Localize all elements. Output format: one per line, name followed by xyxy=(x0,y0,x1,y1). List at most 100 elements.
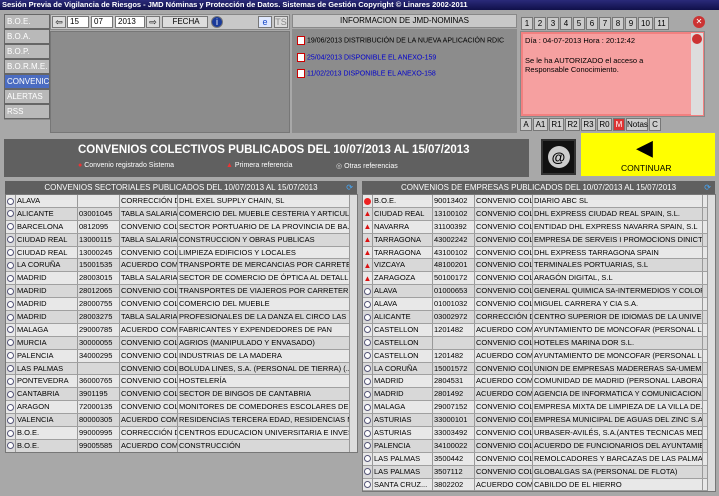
tab-m[interactable]: M xyxy=(613,118,625,131)
tab-10[interactable]: 10 xyxy=(638,17,653,30)
tab-4[interactable]: 4 xyxy=(560,17,572,30)
tab-c[interactable]: C xyxy=(649,118,661,131)
close-icon[interactable]: ✕ xyxy=(693,16,705,28)
next-date-icon[interactable]: ⇨ xyxy=(146,16,160,28)
table-row[interactable]: MURCIA30000055CONVENIO COLE...AGRIOS (MA… xyxy=(6,336,357,350)
table-row[interactable]: ▲CIUDAD REAL13100102CONVENIO COLE...DHL … xyxy=(363,207,715,221)
table-row[interactable]: MALAGA29007152CONVENIO COLE...EMPRESA MI… xyxy=(363,401,715,415)
tab-3[interactable]: 3 xyxy=(547,17,559,30)
refresh-icon[interactable]: ⟳ xyxy=(346,181,353,194)
table-row[interactable]: CASTELLON1201482ACUERDO COMIS...AYUNTAMI… xyxy=(363,323,715,337)
ring-icon xyxy=(363,401,373,414)
table-row[interactable]: LAS PALMAS3500442CONVENIO COLE...REMOLCA… xyxy=(363,452,715,466)
table-row[interactable]: B.O.E.99000995CORRECCIÓN DE ...CENTROS E… xyxy=(6,427,357,440)
table-row[interactable]: CASTELLON1201482ACUERDO COMIS...AYUNTAMI… xyxy=(363,349,715,363)
table-row[interactable]: VALENCIA80000305ACUERDO COMIS...RESIDENC… xyxy=(6,414,357,428)
tab-8[interactable]: 8 xyxy=(612,17,624,30)
table-row[interactable]: ALICANTE03002972CORRECCIÓN DE ...CENTRO … xyxy=(363,311,715,324)
nav-boe[interactable]: B.O.E. xyxy=(4,14,50,29)
tab-r2[interactable]: R2 xyxy=(565,118,580,131)
tab-a1[interactable]: A1 xyxy=(533,118,548,131)
table-row[interactable]: SANTA CRUZ...3802202ACUERDO COMIS...CABI… xyxy=(363,478,715,491)
table-row[interactable]: MADRID28012065CONVENIO COLE...TRANSPORTE… xyxy=(6,285,357,299)
tab-9[interactable]: 9 xyxy=(625,17,637,30)
row-cell: INDUSTRIAS DE LA MADERA xyxy=(178,349,350,362)
left-scrollbar[interactable] xyxy=(349,195,357,452)
table-row[interactable]: PALENCIA34000295CONVENIO COLE...INDUSTRI… xyxy=(6,349,357,363)
tab-a[interactable]: A xyxy=(520,118,532,131)
nav-alertas[interactable]: ALERTAS xyxy=(4,89,50,104)
news-item[interactable]: 25/04/2013 DISPONIBLE EL ANEXO-159 xyxy=(297,53,436,62)
table-row[interactable]: LA CORUÑA15001535ACUERDO COMIS...TRANSPO… xyxy=(6,259,357,273)
right-scrollbar[interactable] xyxy=(707,195,715,491)
ring-icon xyxy=(363,439,373,452)
tab-notas[interactable]: Notas xyxy=(626,118,648,131)
table-row[interactable]: MADRID2801492ACUERDO COMIS...AGENCIA DE … xyxy=(363,388,715,402)
continuar-button[interactable]: ◀ CONTINUAR xyxy=(580,132,716,177)
row-cell: 1201482 xyxy=(433,323,475,336)
table-row[interactable]: MADRID 28003015 TABLA SALARIAL SECTOR DE CO… xyxy=(6,272,357,286)
table-row[interactable]: LAS PALMAS CONVENIO COLE...BOLUDA LINES, … xyxy=(6,362,357,376)
table-row[interactable]: PALENCIA34100022CONVENIO COLE...ACUERDO … xyxy=(363,439,715,453)
minus-icon[interactable] xyxy=(692,34,702,44)
tab-11[interactable]: 11 xyxy=(654,17,669,30)
browser-icon[interactable]: e xyxy=(258,16,272,28)
table-row[interactable]: BARCELONA0812095CONVENIO COLE...SECTOR P… xyxy=(6,220,357,234)
table-row[interactable]: ▲VIZCAYA48100201CONVENIO COLE...TERMINAL… xyxy=(363,259,715,273)
table-row[interactable]: ALICANTE 03001045 TABLA SALARIAL COMERCIO D… xyxy=(6,207,357,221)
tab-r1[interactable]: R1 xyxy=(549,118,564,131)
table-row[interactable]: PONTEVEDRA36000765CONVENIO COLE...HOSTEL… xyxy=(6,375,357,389)
table-row[interactable]: CIUDAD REAL13000245CONVENIO COLE...LIMPI… xyxy=(6,246,357,260)
email-button[interactable]: @ xyxy=(541,139,576,175)
table-row[interactable]: MALAGA29000785ACUERDO COMIS...FABRICANTE… xyxy=(6,323,357,337)
day-field[interactable]: 15 xyxy=(67,16,89,28)
table-row[interactable]: ARAGON72000135CONVENIO COLE...MONITORES … xyxy=(6,401,357,415)
tab-r0[interactable]: R0 xyxy=(597,118,612,131)
table-row[interactable]: ALAVA01000653CONVENIO COLE...GENERAL QUI… xyxy=(363,285,715,299)
nav-boa[interactable]: B.O.A. xyxy=(4,29,50,44)
table-row[interactable]: ▲TARRAGONA43100102CONVENIO COLE...DHL EX… xyxy=(363,246,715,260)
table-row[interactable]: ALAVA01001032CONVENIO COLE...MIGUEL CARR… xyxy=(363,298,715,312)
table-row[interactable]: B.O.E.99005585ACUERDO COMIS...CONSTRUCCI… xyxy=(6,439,357,452)
tab-r3[interactable]: R3 xyxy=(581,118,596,131)
ring-icon xyxy=(6,285,16,298)
news-item[interactable]: 19/06/2013 DISTRIBUCIÓN DE LA NUEVA APLI… xyxy=(297,36,504,45)
table-row[interactable]: MADRID 28003275 TABLA SALARIAL PROFESIONALE… xyxy=(6,311,357,324)
tab-7[interactable]: 7 xyxy=(599,17,611,30)
table-row[interactable]: MADRID28000755CONVENIO COLE...COMERCIO D… xyxy=(6,298,357,312)
nav-convenios[interactable]: CONVENIC xyxy=(4,74,50,89)
table-row[interactable]: LA CORUÑA15001572CONVENIO COLE...UNION D… xyxy=(363,362,715,376)
fecha-button[interactable]: FECHA xyxy=(162,16,208,28)
row-cell: CENTRO SUPERIOR DE IDIOMAS DE LA UNIVER.… xyxy=(534,311,703,324)
ts-button[interactable]: TS xyxy=(274,16,288,28)
nav-rss[interactable]: RSS xyxy=(4,104,50,119)
tab-2[interactable]: 2 xyxy=(534,17,546,30)
table-row[interactable]: MADRID2804531ACUERDO COMIS...COMUNIDAD D… xyxy=(363,375,715,389)
tab-5[interactable]: 5 xyxy=(573,17,585,30)
table-row[interactable]: ASTURIAS33000101CONVENIO COLE...EMPRESA … xyxy=(363,414,715,428)
info-icon[interactable]: i xyxy=(211,16,223,28)
table-row[interactable]: ▲NAVARRA31100392CONVENIO COLE...ENTIDAD … xyxy=(363,220,715,234)
tab-1[interactable]: 1 xyxy=(521,17,533,30)
row-cell: CONVENIO COLE... xyxy=(476,272,533,285)
table-row[interactable]: CASTELLON CONVENIO COLE...HOTELES MARINA … xyxy=(363,336,715,350)
row-cell: CONVENIO COLE... xyxy=(121,285,178,298)
prev-date-icon[interactable]: ⇦ xyxy=(52,16,66,28)
table-row[interactable]: LAS PALMAS3507112CONVENIO COLE...GLOBALG… xyxy=(363,465,715,479)
table-row[interactable]: ALAVA CORRECCIÓN DE ...DHL EXEL SUPPLY CH… xyxy=(6,195,357,208)
table-row[interactable]: ▲TARRAGONA43002242CONVENIO COLE...EMPRES… xyxy=(363,233,715,247)
nav-borme[interactable]: B.O.R.M.E. xyxy=(4,59,50,74)
refresh-icon[interactable]: ⟳ xyxy=(704,181,711,194)
table-row[interactable]: B.O.E.90013402CONVENIO COLE...DIARIO ABC… xyxy=(363,195,715,208)
alert-scrollbar[interactable] xyxy=(691,33,703,115)
nav-bop[interactable]: B.O.P. xyxy=(4,44,50,59)
tab-6[interactable]: 6 xyxy=(586,17,598,30)
table-row[interactable]: ▲ZARAGOZA50100172CONVENIO COLE...ARAGÓN … xyxy=(363,272,715,286)
year-field[interactable]: 2013 xyxy=(115,16,145,28)
table-row[interactable]: CANTABRIA3901195CONVENIO COLE...SECTOR D… xyxy=(6,388,357,402)
table-row[interactable]: CIUDAD REAL 13000115 TABLA SALARIAL CONSTRU… xyxy=(6,233,357,247)
row-cell: CONSTRUCCION Y OBRAS PUBLICAS xyxy=(178,233,350,246)
table-row[interactable]: ASTURIAS33003492CONVENIO COLE...URBASER-… xyxy=(363,427,715,440)
news-item[interactable]: 11/02/2013 DISPONIBLE EL ANEXO-158 xyxy=(297,69,436,78)
month-field[interactable]: 07 xyxy=(91,16,113,28)
